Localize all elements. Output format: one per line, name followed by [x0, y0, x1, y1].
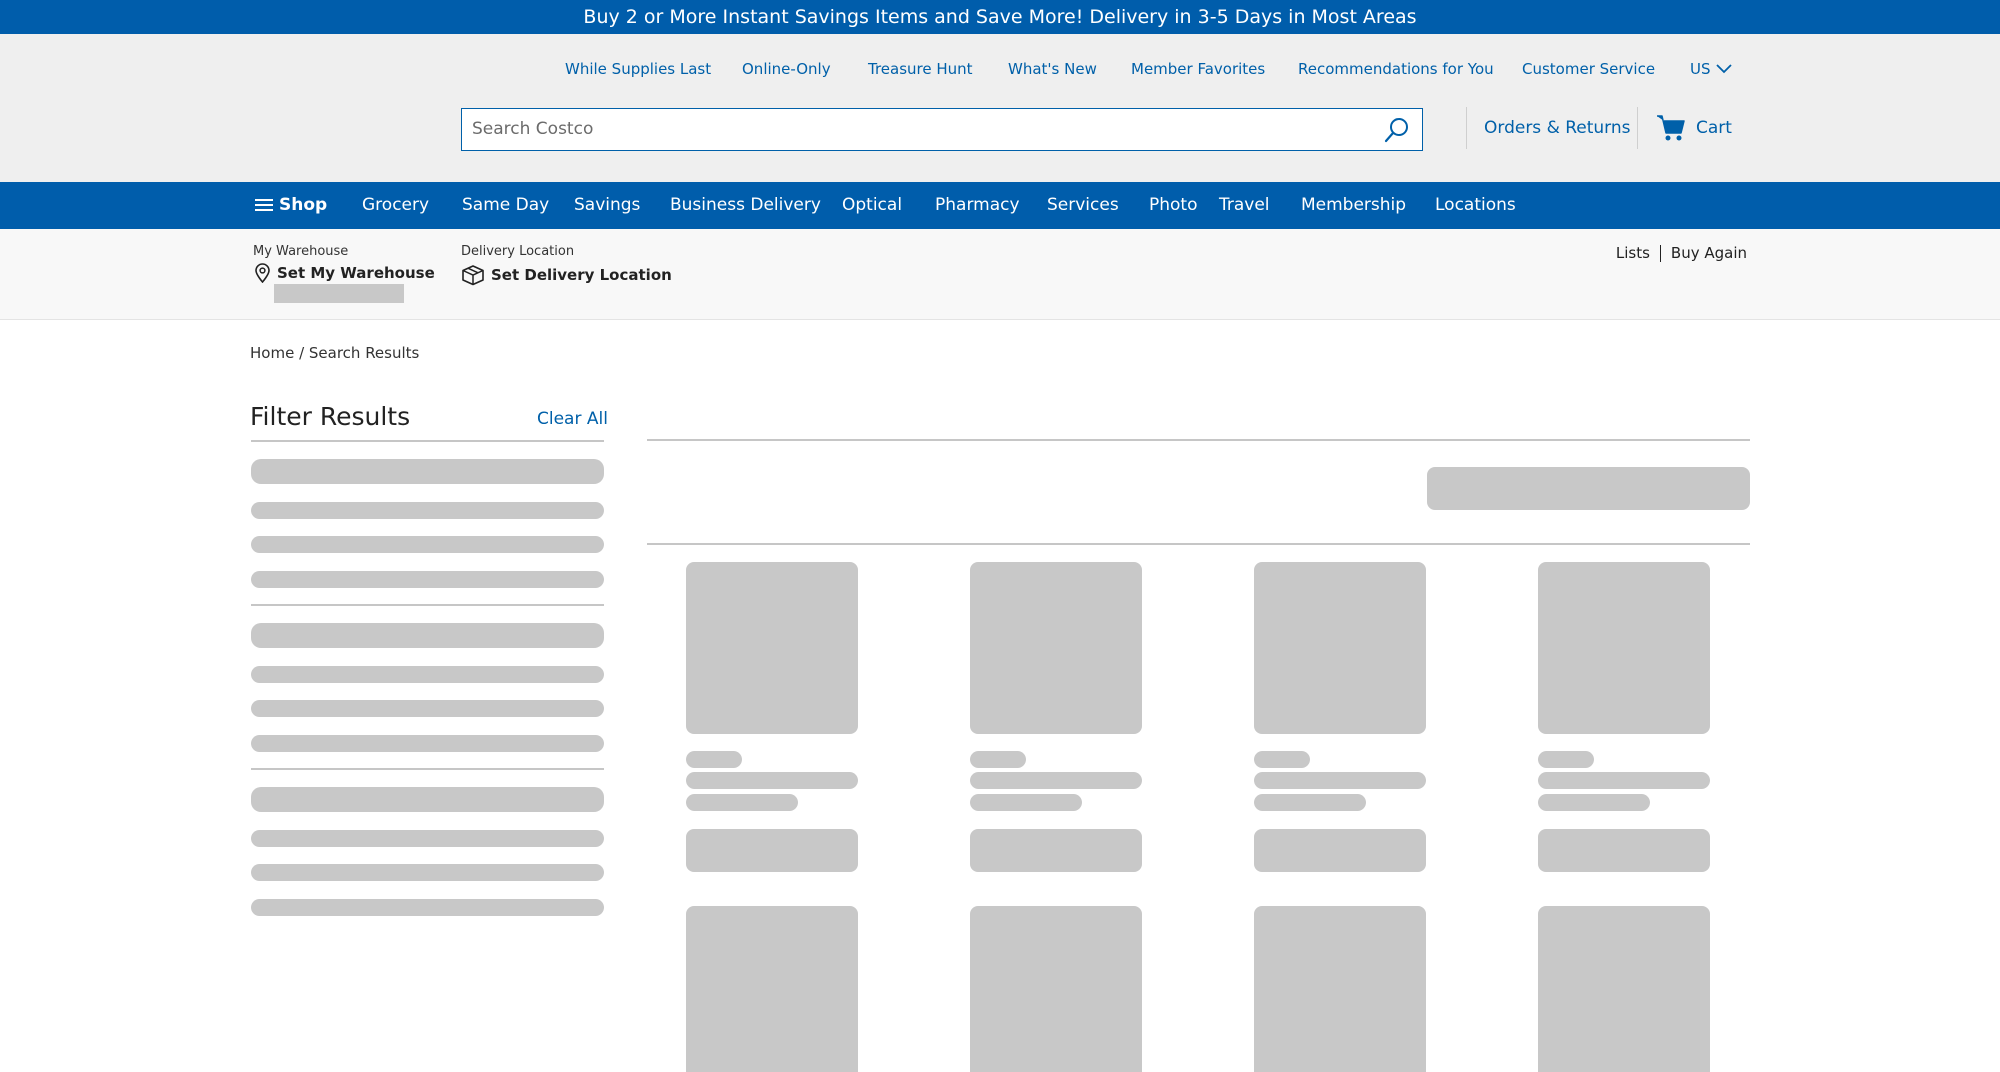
product-button-skeleton [970, 829, 1142, 872]
search-box [461, 108, 1423, 151]
product-image-skeleton [1254, 562, 1426, 734]
nav-item-business-delivery[interactable]: Business Delivery [670, 195, 821, 215]
nav-item-pharmacy[interactable]: Pharmacy [935, 195, 1020, 215]
set-delivery-link[interactable]: Set Delivery Location [461, 264, 672, 286]
package-icon [462, 265, 484, 286]
product-image-skeleton [1538, 562, 1710, 734]
delivery-label: Delivery Location [461, 244, 575, 259]
filter-divider [251, 768, 604, 770]
filter-skeleton-line [251, 735, 604, 752]
results-divider [647, 439, 1750, 441]
shop-label: Shop [279, 195, 328, 215]
links-divider [1659, 244, 1661, 262]
util-link-customer-service[interactable]: Customer Service [1522, 60, 1655, 78]
util-link-online-only[interactable]: Online-Only [742, 60, 831, 78]
product-image-skeleton [970, 906, 1142, 1072]
cart-link[interactable]: Cart [1656, 114, 1732, 142]
product-text-skeleton [970, 751, 1026, 768]
warehouse-placeholder [274, 284, 404, 303]
cart-icon [1657, 115, 1685, 141]
nav-item-locations[interactable]: Locations [1435, 195, 1516, 215]
filter-skeleton-line [251, 571, 604, 588]
product-text-skeleton [686, 751, 742, 768]
product-image-skeleton [1538, 906, 1710, 1072]
results-divider [647, 543, 1750, 545]
chevron-down-icon [1715, 64, 1732, 74]
product-text-skeleton [970, 794, 1082, 811]
location-pin-icon [255, 263, 270, 283]
nav-item-travel[interactable]: Travel [1219, 195, 1270, 215]
set-delivery-label: Set Delivery Location [491, 266, 672, 284]
util-link-whats-new[interactable]: What's New [1008, 60, 1097, 78]
filter-skeleton-line [251, 536, 604, 553]
util-link-member-favorites[interactable]: Member Favorites [1131, 60, 1265, 78]
filter-skeleton-line [251, 864, 604, 881]
product-text-skeleton [1254, 794, 1366, 811]
cart-label: Cart [1696, 118, 1732, 138]
nav-item-membership[interactable]: Membership [1301, 195, 1406, 215]
product-text-skeleton [686, 794, 798, 811]
header-divider [1466, 107, 1467, 149]
product-text-skeleton [1538, 772, 1710, 789]
header-divider [1637, 107, 1638, 149]
filter-skeleton-line [251, 502, 604, 519]
filter-skeleton-line [251, 830, 604, 847]
filter-skeleton-line [251, 666, 604, 683]
shop-menu-button[interactable]: Shop [254, 195, 327, 215]
product-text-skeleton [970, 772, 1142, 789]
product-button-skeleton [1538, 829, 1710, 872]
product-text-skeleton [686, 772, 858, 789]
lists-link[interactable]: Lists [1616, 244, 1650, 262]
product-image-skeleton [1254, 906, 1426, 1072]
set-warehouse-link[interactable]: Set My Warehouse [254, 263, 435, 283]
sort-skeleton [1427, 467, 1750, 510]
country-label: US [1690, 60, 1711, 78]
product-text-skeleton [1254, 751, 1310, 768]
main-nav: Shop Grocery Same Day Savings Business D… [0, 182, 2000, 229]
search-input[interactable] [462, 109, 1362, 149]
nav-item-services[interactable]: Services [1047, 195, 1119, 215]
search-icon[interactable] [1384, 117, 1410, 143]
nav-item-photo[interactable]: Photo [1149, 195, 1198, 215]
product-image-skeleton [970, 562, 1142, 734]
breadcrumb[interactable]: Home / Search Results [250, 344, 419, 362]
filter-skeleton-heading [251, 623, 604, 648]
filter-skeleton-heading [251, 787, 604, 812]
nav-item-savings[interactable]: Savings [574, 195, 640, 215]
product-text-skeleton [1254, 772, 1426, 789]
account-links: Lists Buy Again [1616, 244, 1747, 262]
product-text-skeleton [1538, 794, 1650, 811]
product-button-skeleton [686, 829, 858, 872]
country-selector[interactable]: US [1690, 60, 1732, 78]
product-text-skeleton [1538, 751, 1594, 768]
filter-divider [251, 604, 604, 606]
promo-banner[interactable]: Buy 2 or More Instant Savings Items and … [0, 0, 2000, 34]
util-link-treasure-hunt[interactable]: Treasure Hunt [868, 60, 973, 78]
nav-item-optical[interactable]: Optical [842, 195, 902, 215]
filter-divider [251, 440, 604, 442]
set-warehouse-label: Set My Warehouse [277, 264, 435, 282]
util-link-while-supplies-last[interactable]: While Supplies Last [565, 60, 711, 78]
nav-item-same-day[interactable]: Same Day [462, 195, 549, 215]
filter-skeleton-line [251, 899, 604, 916]
product-image-skeleton [686, 906, 858, 1072]
hamburger-menu-icon [255, 199, 273, 211]
product-button-skeleton [1254, 829, 1426, 872]
util-link-recommendations[interactable]: Recommendations for You [1298, 60, 1494, 78]
warehouse-label: My Warehouse [253, 244, 349, 259]
filter-skeleton-heading [251, 459, 604, 484]
buy-again-link[interactable]: Buy Again [1671, 244, 1747, 262]
product-image-skeleton [686, 562, 858, 734]
filter-results-title: Filter Results [250, 402, 411, 431]
clear-all-button[interactable]: Clear All [537, 409, 608, 429]
orders-returns-link[interactable]: Orders & Returns [1484, 118, 1631, 138]
filter-skeleton-line [251, 700, 604, 717]
nav-item-grocery[interactable]: Grocery [362, 195, 429, 215]
